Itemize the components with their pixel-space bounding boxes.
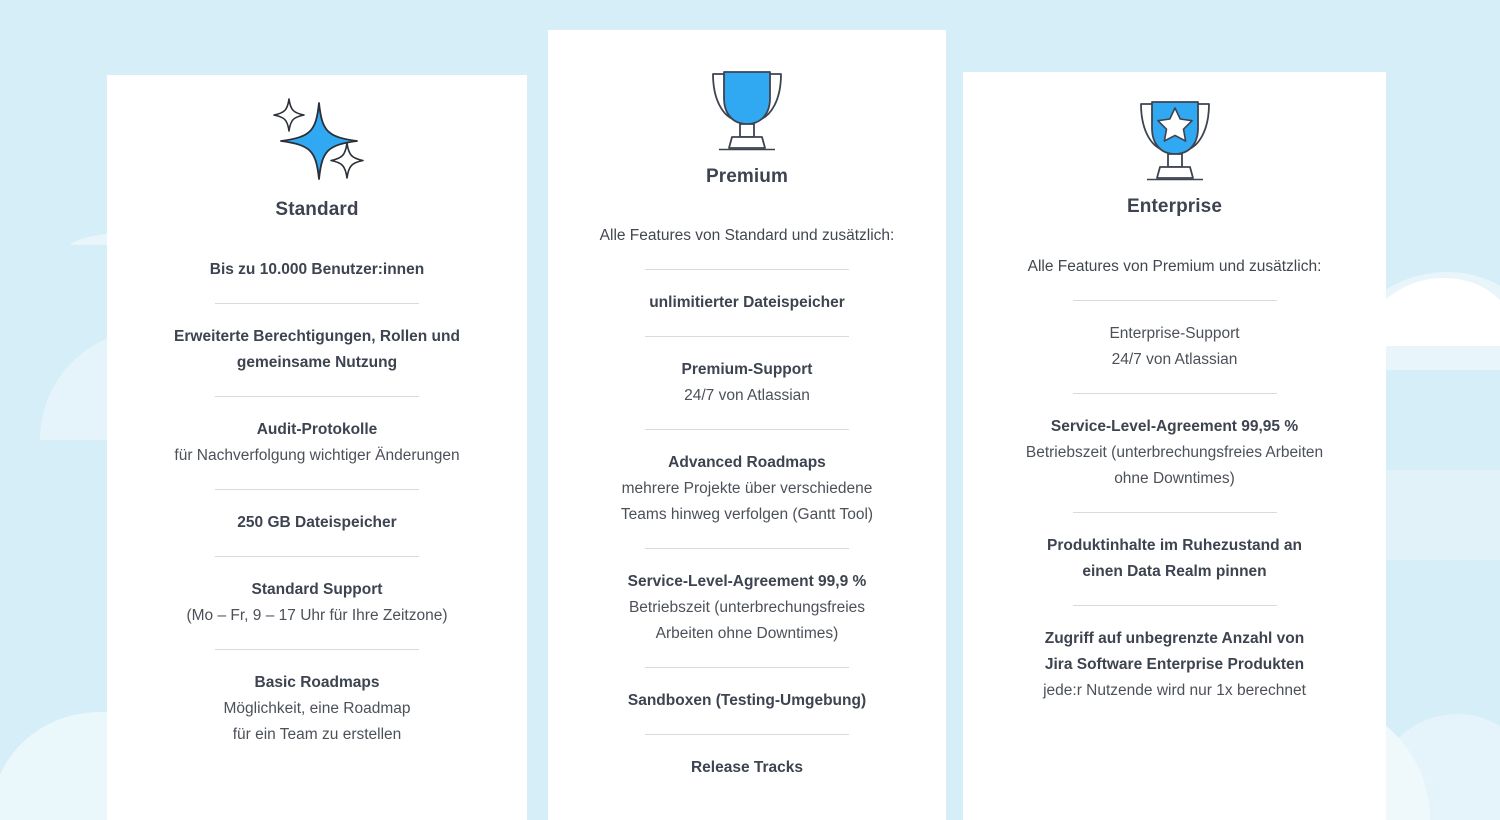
plan-header-standard: Standard	[131, 75, 503, 221]
divider	[215, 303, 419, 305]
sparkle-icon	[131, 93, 503, 185]
divider	[645, 269, 849, 271]
plan-card-premium[interactable]: Premium Alle Features von Standard und z…	[548, 30, 946, 820]
plan-intro: Alle Features von Premium und zusätzlich…	[987, 254, 1362, 280]
divider	[645, 667, 849, 669]
feature-item: Enterprise-Support 24/7 von Atlassian	[987, 321, 1362, 373]
plan-card-standard[interactable]: Standard Bis zu 10.000 Benutzer:innen Er…	[107, 75, 527, 820]
divider	[1072, 393, 1277, 395]
divider	[215, 649, 419, 651]
plan-header-premium: Premium	[572, 30, 922, 188]
feature-title: unlimitierter Dateispeicher	[649, 294, 845, 312]
feature-subtitle: für Nachverfolgung wichtiger Änderungen	[174, 447, 460, 465]
divider	[215, 396, 419, 398]
feature-title: 250 GB Dateispeicher	[237, 514, 397, 532]
feature-title: Advanced Roadmaps	[668, 454, 826, 472]
feature-item: Zugriff auf unbegrenzte Anzahl von Jira S…	[987, 626, 1362, 704]
feature-item: Service-Level-Agreement 99,9 % Betriebsz…	[572, 569, 922, 647]
feature-title: Release Tracks	[690, 759, 804, 777]
plan-intro-text: Alle Features von Standard und zusätzlic…	[599, 227, 895, 244]
feature-title: Basic Roadmaps	[254, 674, 380, 692]
feature-title: Service-Level-Agreement 99,9 %	[627, 573, 867, 591]
feature-title: Standard Support	[251, 581, 383, 599]
divider	[215, 556, 419, 558]
plan-header-enterprise: Enterprise	[987, 72, 1362, 218]
feature-item: Basic Roadmaps Möglichkeit, eine Roadmap…	[131, 670, 503, 748]
feature-item: Audit-Protokolle für Nachverfolgung wich…	[131, 417, 503, 469]
feature-item: Service-Level-Agreement 99,95 % Betriebs…	[987, 414, 1362, 492]
divider	[645, 336, 849, 338]
plan-card-enterprise[interactable]: Enterprise Alle Features von Premium und…	[963, 72, 1386, 820]
feature-item: Standard Support (Mo – Fr, 9 – 17 Uhr fü…	[131, 577, 503, 629]
feature-title: Premium-Support	[681, 361, 813, 379]
feature-title: Erweiterte Berechtigungen, Rollen und ge…	[174, 328, 460, 372]
feature-list-premium: Alle Features von Standard und zusätzlic…	[572, 223, 922, 781]
plan-title-enterprise: Enterprise	[1127, 196, 1222, 217]
feature-item: unlimitierter Dateispeicher	[572, 290, 922, 316]
feature-title: Zugriff auf unbegrenzte Anzahl von Jira S…	[1044, 630, 1305, 674]
feature-item: 250 GB Dateispeicher	[131, 510, 503, 536]
feature-subtitle: Möglichkeit, eine Roadmap für ein Team zu…	[223, 700, 411, 744]
feature-title: Audit-Protokolle	[256, 421, 378, 439]
divider	[645, 548, 849, 550]
divider	[1072, 300, 1277, 302]
feature-list-enterprise: Alle Features von Premium und zusätzlich…	[987, 254, 1362, 704]
feature-subtitle: mehrere Projekte über verschiedene Teams …	[620, 480, 874, 524]
divider	[1072, 605, 1277, 607]
divider	[645, 429, 849, 431]
divider	[645, 734, 849, 736]
trophy-star-icon	[987, 90, 1362, 182]
feature-item: Sandboxen (Testing-Umgebung)	[572, 688, 922, 714]
feature-subtitle: jede:r Nutzende wird nur 1x berechnet	[1043, 682, 1306, 700]
plan-intro: Bis zu 10.000 Benutzer:innen	[131, 257, 503, 283]
plan-title-premium: Premium	[705, 166, 788, 187]
plan-intro: Alle Features von Standard und zusätzlic…	[572, 223, 922, 249]
plan-title-standard: Standard	[275, 199, 359, 220]
cloud-center-right-faint	[1386, 470, 1500, 560]
feature-subtitle: 24/7 von Atlassian	[684, 387, 810, 405]
feature-subtitle: Betriebszeit (unterbrechungsfreies Arbei…	[1025, 444, 1324, 488]
feature-subtitle: Betriebszeit (unterbrechungsfreies Arbeit…	[628, 599, 866, 643]
feature-subtitle: Enterprise-Support 24/7 von Atlassian	[1109, 325, 1240, 369]
feature-item: Erweiterte Berechtigungen, Rollen und ge…	[131, 324, 503, 376]
feature-list-standard: Bis zu 10.000 Benutzer:innen Erweiterte …	[131, 257, 503, 748]
feature-title: Service-Level-Agreement 99,95 %	[1050, 418, 1299, 436]
plan-intro-text: Bis zu 10.000 Benutzer:innen	[209, 261, 425, 278]
feature-title: Produktinhalte im Ruhezustand an einen Da…	[1047, 537, 1302, 581]
trophy-icon	[572, 60, 922, 152]
divider	[215, 489, 419, 491]
feature-subtitle: (Mo – Fr, 9 – 17 Uhr für Ihre Zeitzone)	[186, 607, 448, 625]
divider	[1072, 512, 1277, 514]
feature-item: Premium-Support 24/7 von Atlassian	[572, 357, 922, 409]
feature-title: Sandboxen (Testing-Umgebung)	[627, 692, 867, 710]
feature-item: Advanced Roadmaps mehrere Projekte über …	[572, 450, 922, 528]
plan-intro-text: Alle Features von Premium und zusätzlich…	[1027, 258, 1322, 275]
feature-item: Produktinhalte im Ruhezustand an einen Da…	[987, 533, 1362, 585]
feature-item: Release Tracks	[572, 755, 922, 781]
